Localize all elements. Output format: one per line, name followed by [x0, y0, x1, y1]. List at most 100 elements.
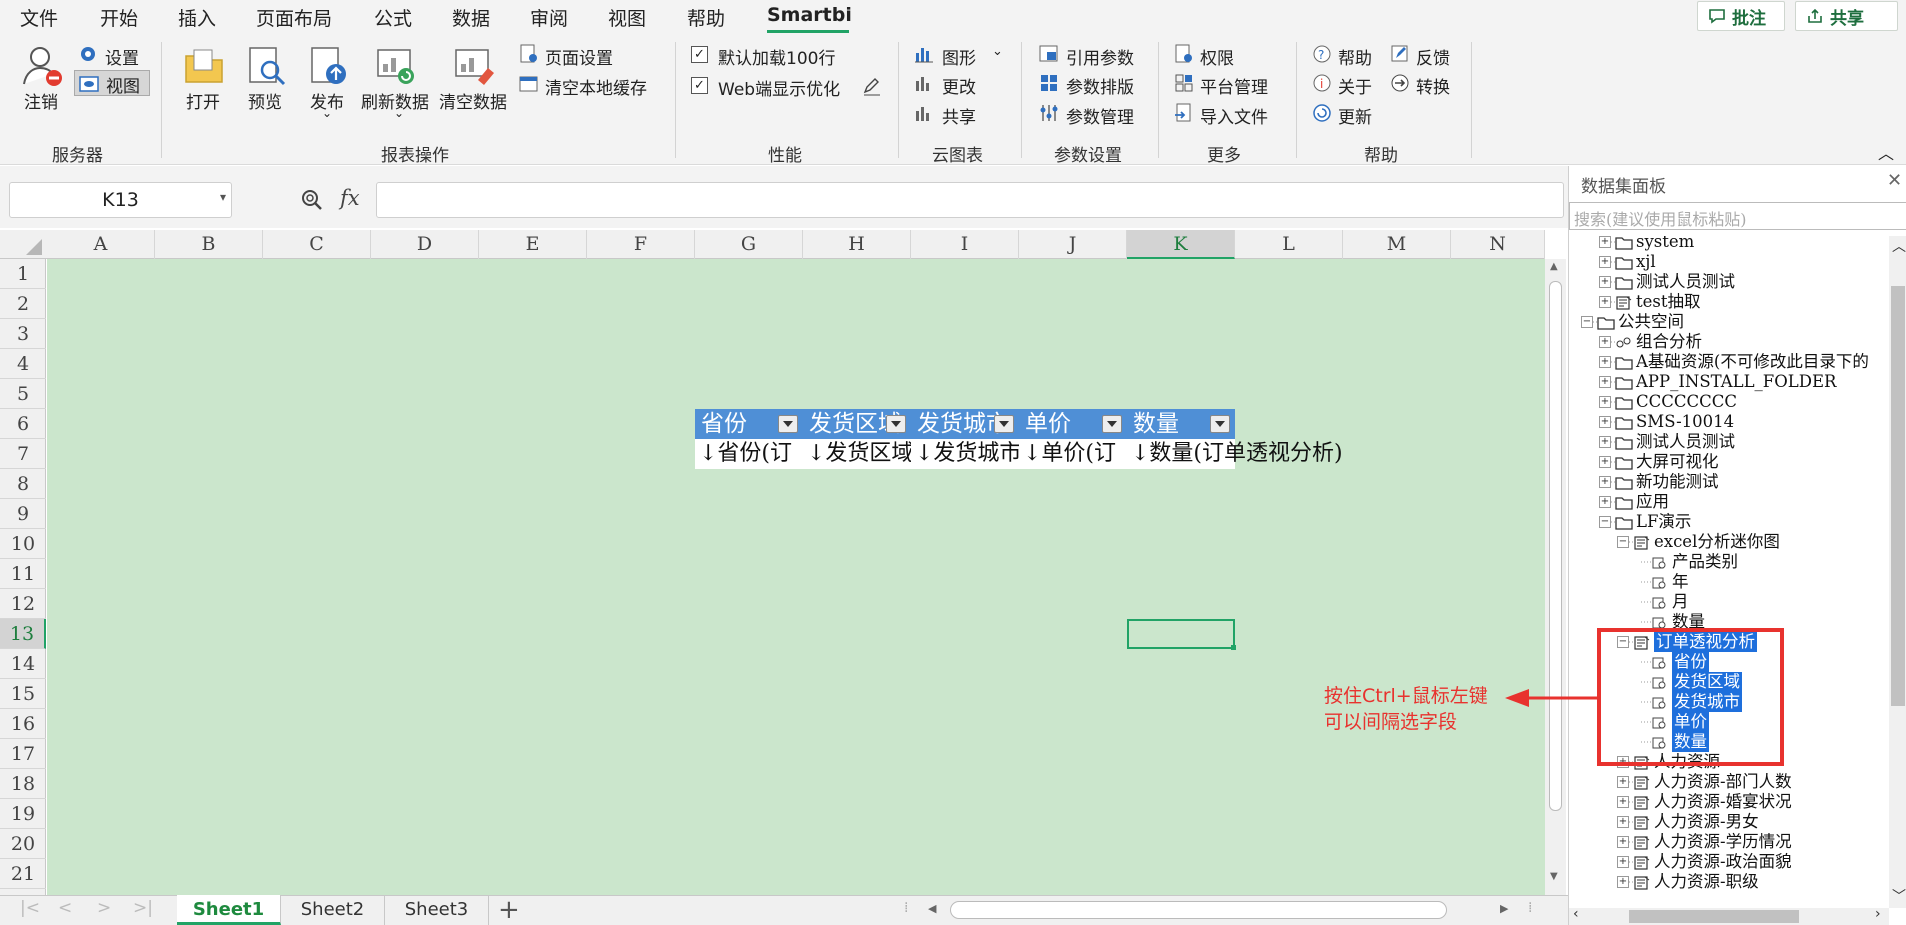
menu-data[interactable]: 数据 [452, 4, 490, 31]
expand-icon[interactable]: + [1599, 416, 1611, 428]
tree-node[interactable]: APP_INSTALL_FOLDER [1636, 372, 1836, 392]
menu-page-layout[interactable]: 页面布局 [256, 4, 332, 31]
row-header[interactable]: 20 [0, 829, 46, 859]
param-layout-button[interactable]: 参数排版 [1066, 73, 1134, 98]
edit-icon[interactable] [862, 76, 882, 96]
row-header[interactable]: 14 [0, 649, 46, 679]
menu-formulas[interactable]: 公式 [374, 4, 412, 31]
help-button[interactable]: 帮助 [1338, 44, 1372, 69]
web-opt-checkbox[interactable]: ✓ [691, 77, 708, 94]
expand-icon[interactable]: + [1617, 816, 1629, 828]
col-header-n[interactable]: N [1451, 230, 1545, 259]
tree-node[interactable]: A基础资源(不可修改此目录下的 [1636, 352, 1869, 372]
col-header-d[interactable]: D [371, 230, 479, 259]
selected-cell-k13[interactable] [1127, 619, 1235, 649]
row-header[interactable]: 1 [0, 259, 46, 289]
function-icon[interactable]: fx [340, 186, 360, 210]
tree-node[interactable]: 产品类别 [1672, 552, 1738, 572]
row-header[interactable]: 10 [0, 529, 46, 559]
tree-node[interactable]: 人力资源-政治面貌 [1654, 852, 1792, 872]
tree-node[interactable]: excel分析迷你图 [1654, 532, 1780, 552]
clear-data-button[interactable]: 清空数据 [439, 88, 507, 113]
param-manage-button[interactable]: 参数管理 [1066, 103, 1134, 128]
col-header-j[interactable]: J [1019, 230, 1127, 259]
panel-scroll-down-icon[interactable]: ﹀ [1892, 886, 1906, 906]
col-header-a[interactable]: A [47, 230, 155, 259]
vertical-scrollbar[interactable]: ▲ ▼ [1545, 259, 1566, 895]
expand-icon[interactable]: + [1599, 456, 1611, 468]
name-box[interactable]: K13 [9, 182, 232, 218]
col-header-f[interactable]: F [587, 230, 695, 259]
panel-scroll-left-icon[interactable]: ‹ [1573, 906, 1579, 922]
expand-icon[interactable]: + [1599, 396, 1611, 408]
ref-param-button[interactable]: 引用参数 [1066, 44, 1134, 69]
sheet-tab-sheet2[interactable]: Sheet2 [281, 895, 385, 925]
panel-scroll-thumb[interactable] [1891, 286, 1905, 706]
name-box-dropdown-icon[interactable]: ▾ [220, 190, 226, 204]
col-header-i[interactable]: I [911, 230, 1019, 259]
panel-horizontal-scrollbar[interactable]: ‹ › [1569, 906, 1889, 925]
resize-handle-icon[interactable]: ⁞ [1528, 900, 1532, 916]
first-sheet-icon[interactable]: |< [20, 898, 40, 918]
preview-button[interactable]: 预览 [248, 88, 282, 113]
expand-icon[interactable]: + [1599, 276, 1611, 288]
clear-cache-button[interactable]: 清空本地缓存 [545, 74, 647, 99]
scroll-down-icon[interactable]: ▼ [1550, 871, 1558, 882]
tree-node[interactable]: LF演示 [1636, 512, 1691, 532]
logout-button[interactable]: 注销 [24, 88, 58, 113]
table-cell[interactable]: ↓发货城市 [911, 439, 1019, 469]
col-header-g[interactable]: G [695, 230, 803, 259]
expand-icon[interactable]: + [1599, 256, 1611, 268]
collapse-ribbon-icon[interactable]: ︿ [1878, 140, 1894, 164]
share-button[interactable]: 共享 [1795, 1, 1898, 31]
expand-icon[interactable]: + [1617, 776, 1629, 788]
col-header-e[interactable]: E [479, 230, 587, 259]
cell-grid[interactable]: 省份 发货区域 发货城市 单价 数量 ↓省份(订 ↓发货区域 ↓发货城市 ↓单价… [47, 259, 1545, 895]
sheet-tab-sheet1[interactable]: Sheet1 [177, 895, 281, 925]
import-button[interactable]: 导入文件 [1200, 103, 1268, 128]
select-all-corner-icon[interactable] [26, 239, 42, 255]
expand-icon[interactable]: + [1617, 876, 1629, 888]
col-header-k[interactable]: K [1127, 230, 1235, 259]
scroll-left-icon[interactable]: ◀ [928, 902, 936, 915]
update-button[interactable]: 更新 [1338, 103, 1372, 128]
filter-dropdown-icon[interactable] [886, 415, 906, 433]
tree-node[interactable]: 人力资源-婚宴状况 [1654, 792, 1792, 812]
convert-button[interactable]: 转换 [1416, 73, 1450, 98]
panel-scroll-up-icon[interactable]: ︿ [1892, 236, 1906, 256]
tree-node[interactable]: 人力资源-职级 [1654, 872, 1759, 892]
permission-button[interactable]: 权限 [1200, 44, 1234, 69]
row-header[interactable]: 12 [0, 589, 46, 619]
col-header-h[interactable]: H [803, 230, 911, 259]
tree-node[interactable]: 测试人员测试 [1636, 432, 1735, 452]
menu-home[interactable]: 开始 [100, 4, 138, 31]
about-button[interactable]: 关于 [1338, 73, 1372, 98]
share-chart-button[interactable]: 共享 [942, 103, 976, 128]
row-header[interactable]: 6 [0, 409, 46, 439]
row-header[interactable]: 18 [0, 769, 46, 799]
row-header[interactable]: 5 [0, 379, 46, 409]
table-cell[interactable]: ↓数量(订单透视分析) [1127, 439, 1387, 469]
tree-node[interactable]: 月 [1672, 592, 1689, 612]
expand-icon[interactable]: + [1599, 496, 1611, 508]
collapse-icon[interactable]: − [1599, 516, 1611, 528]
comment-button[interactable]: 批注 [1697, 1, 1785, 31]
row-header[interactable]: 8 [0, 469, 46, 499]
expand-icon[interactable]: + [1599, 376, 1611, 388]
row-header[interactable]: 3 [0, 319, 46, 349]
menu-insert[interactable]: 插入 [178, 4, 216, 31]
filter-dropdown-icon[interactable] [1102, 415, 1122, 433]
collapse-icon[interactable]: − [1617, 536, 1629, 548]
tree-node[interactable]: 人力资源-男女 [1654, 812, 1759, 832]
prev-sheet-icon[interactable]: < [58, 898, 72, 918]
row-header[interactable]: 11 [0, 559, 46, 589]
table-cell[interactable]: ↓单价(订 [1019, 439, 1127, 469]
tree-node[interactable]: xjl [1636, 252, 1656, 272]
open-button[interactable]: 打开 [186, 88, 220, 113]
row-header[interactable]: 15 [0, 679, 46, 709]
row-header-selected[interactable]: 13 [0, 619, 46, 649]
col-header-l[interactable]: L [1235, 230, 1343, 259]
col-header-c[interactable]: C [263, 230, 371, 259]
expand-icon[interactable]: + [1599, 356, 1611, 368]
tree-node[interactable]: CCCCCCCC [1636, 392, 1737, 412]
